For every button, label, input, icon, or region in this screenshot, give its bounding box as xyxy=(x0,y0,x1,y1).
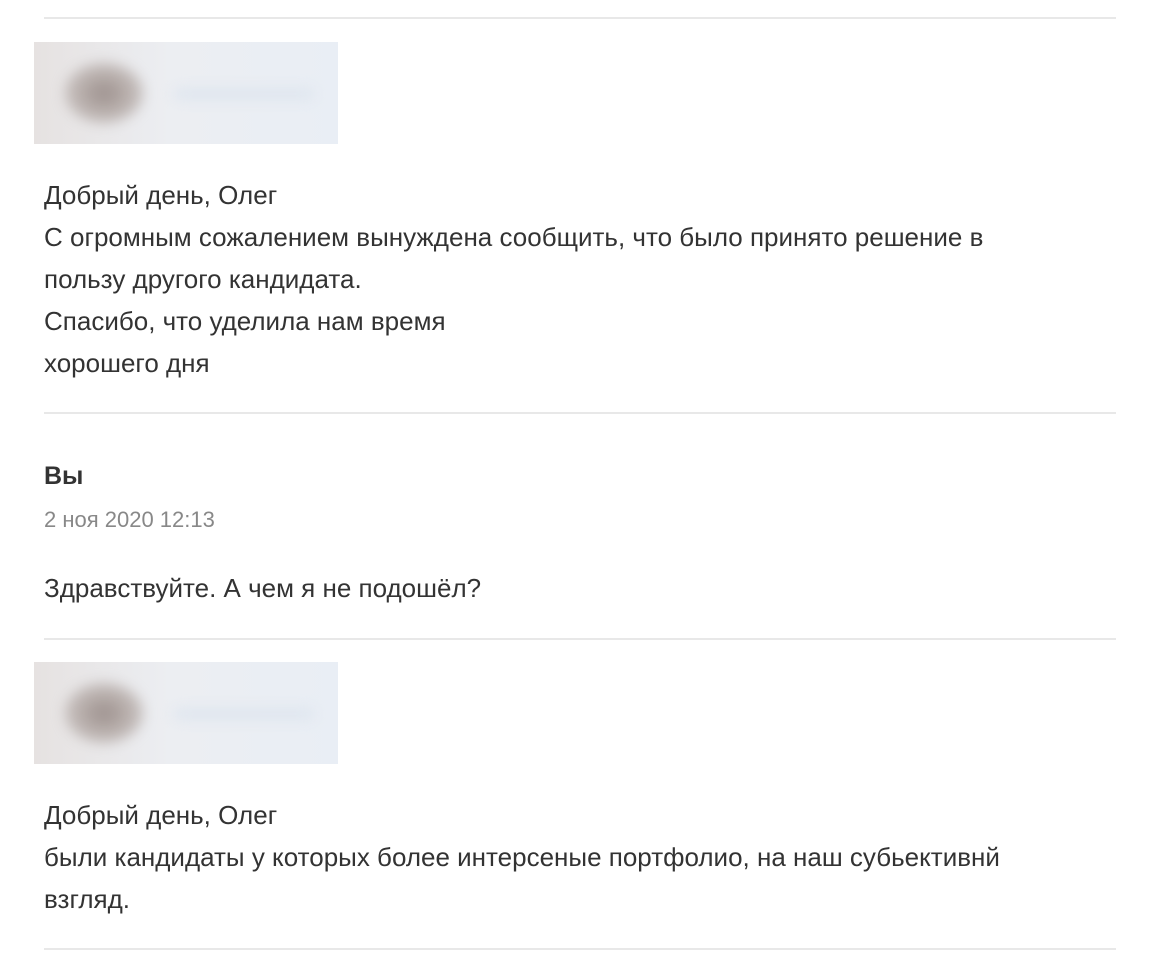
message-timestamp: 2 ноя 2020 12:13 xyxy=(44,507,215,532)
message-line: были кандидаты у которых более интерсены… xyxy=(44,842,1000,872)
avatar xyxy=(64,682,144,744)
message-divider xyxy=(44,948,1116,950)
message-divider xyxy=(44,412,1116,414)
avatar xyxy=(64,62,144,124)
message-line: хорошего дня xyxy=(44,348,210,378)
message-line: Здравствуйте. А чем я не подошёл? xyxy=(44,573,482,603)
message-line: Добрый день, Олег xyxy=(44,180,278,210)
redacted-sender-header xyxy=(34,42,338,144)
redacted-sender-name xyxy=(174,708,314,720)
redacted-sender-header xyxy=(34,662,338,764)
message-line: взгляд. xyxy=(44,884,130,914)
message-line: С огромным сожалением вынуждена сообщить… xyxy=(44,222,984,252)
message-divider xyxy=(44,638,1116,640)
message-body: Здравствуйте. А чем я не подошёл? xyxy=(44,567,1116,609)
message-sender: Вы xyxy=(44,462,84,490)
message-line: Спасибо, что уделила нам время xyxy=(44,306,446,336)
message-body: Добрый день, Олег были кандидаты у котор… xyxy=(44,794,1116,920)
message-line: Добрый день, Олег xyxy=(44,800,278,830)
redacted-sender-name xyxy=(174,88,314,100)
message-divider xyxy=(44,17,1116,19)
message-line: пользу другого кандидата. xyxy=(44,264,362,294)
message-body: Добрый день, Олег С огромным сожалением … xyxy=(44,174,1116,384)
